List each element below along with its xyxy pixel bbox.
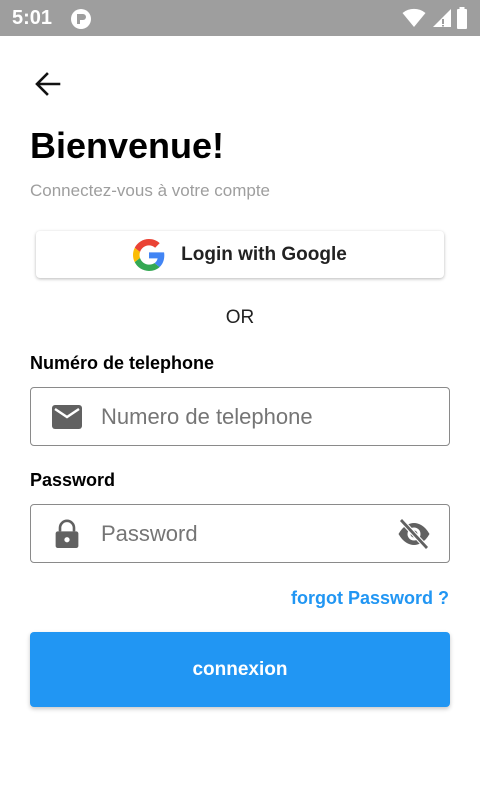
- connexion-button-label: connexion: [192, 658, 288, 680]
- phone-field-label: Numéro de telephone: [30, 353, 215, 373]
- or-divider: OR: [225, 307, 255, 328]
- status-bar: 5:01: [0, 0, 480, 36]
- phone-input[interactable]: [101, 396, 391, 438]
- mail-icon: [52, 405, 82, 429]
- wifi-icon: [402, 8, 426, 27]
- status-icons: [402, 7, 468, 29]
- page-subtitle: Connectez-vous à votre compte: [30, 181, 271, 200]
- password-input[interactable]: [101, 513, 391, 555]
- eye-off-icon[interactable]: [397, 518, 431, 550]
- app-notification-icon: [71, 9, 91, 29]
- connexion-button[interactable]: connexion: [30, 632, 450, 707]
- lock-icon: [55, 519, 79, 548]
- phone-input-box: [30, 387, 450, 446]
- forgot-password-link[interactable]: forgot Password ?: [291, 588, 449, 609]
- google-login-button[interactable]: Login with Google: [36, 231, 444, 278]
- password-input-box: [30, 504, 450, 563]
- page-title: Bienvenue!: [30, 125, 225, 166]
- signal-icon: [433, 9, 451, 27]
- google-logo-icon: [133, 238, 165, 271]
- arrow-left-icon: [35, 72, 61, 96]
- google-login-label: Login with Google: [181, 243, 347, 265]
- battery-icon: [457, 7, 467, 29]
- password-field-label: Password: [30, 470, 116, 490]
- back-button[interactable]: [30, 66, 66, 102]
- status-time: 5:01: [12, 7, 53, 29]
